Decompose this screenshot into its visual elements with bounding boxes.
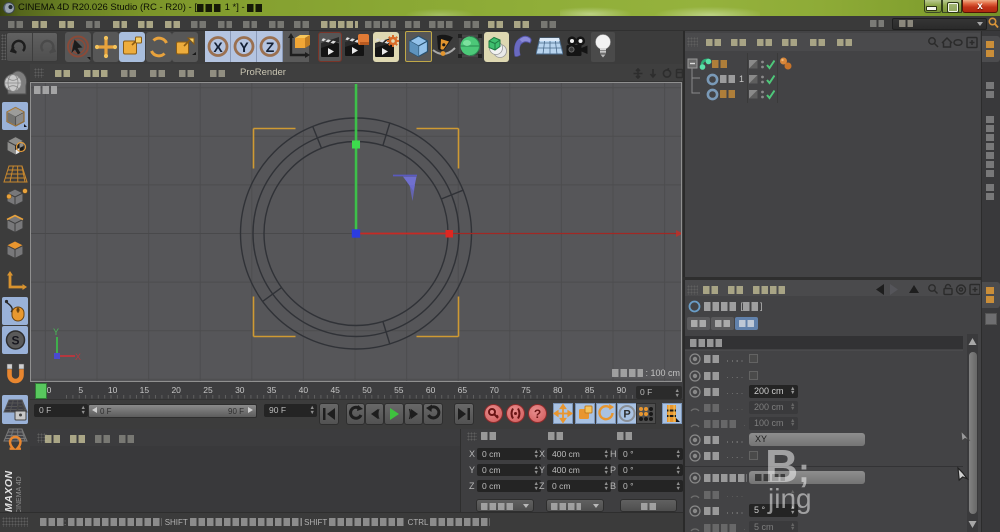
svg-text:X: X	[213, 39, 223, 55]
svg-text:Y: Y	[53, 327, 59, 337]
svg-text:?: ?	[534, 407, 541, 421]
svg-text:X: X	[75, 352, 81, 362]
svg-text:Z: Z	[266, 39, 275, 55]
svg-text:S: S	[11, 334, 19, 348]
svg-text:Y: Y	[239, 39, 249, 55]
svg-text:P: P	[623, 409, 630, 421]
